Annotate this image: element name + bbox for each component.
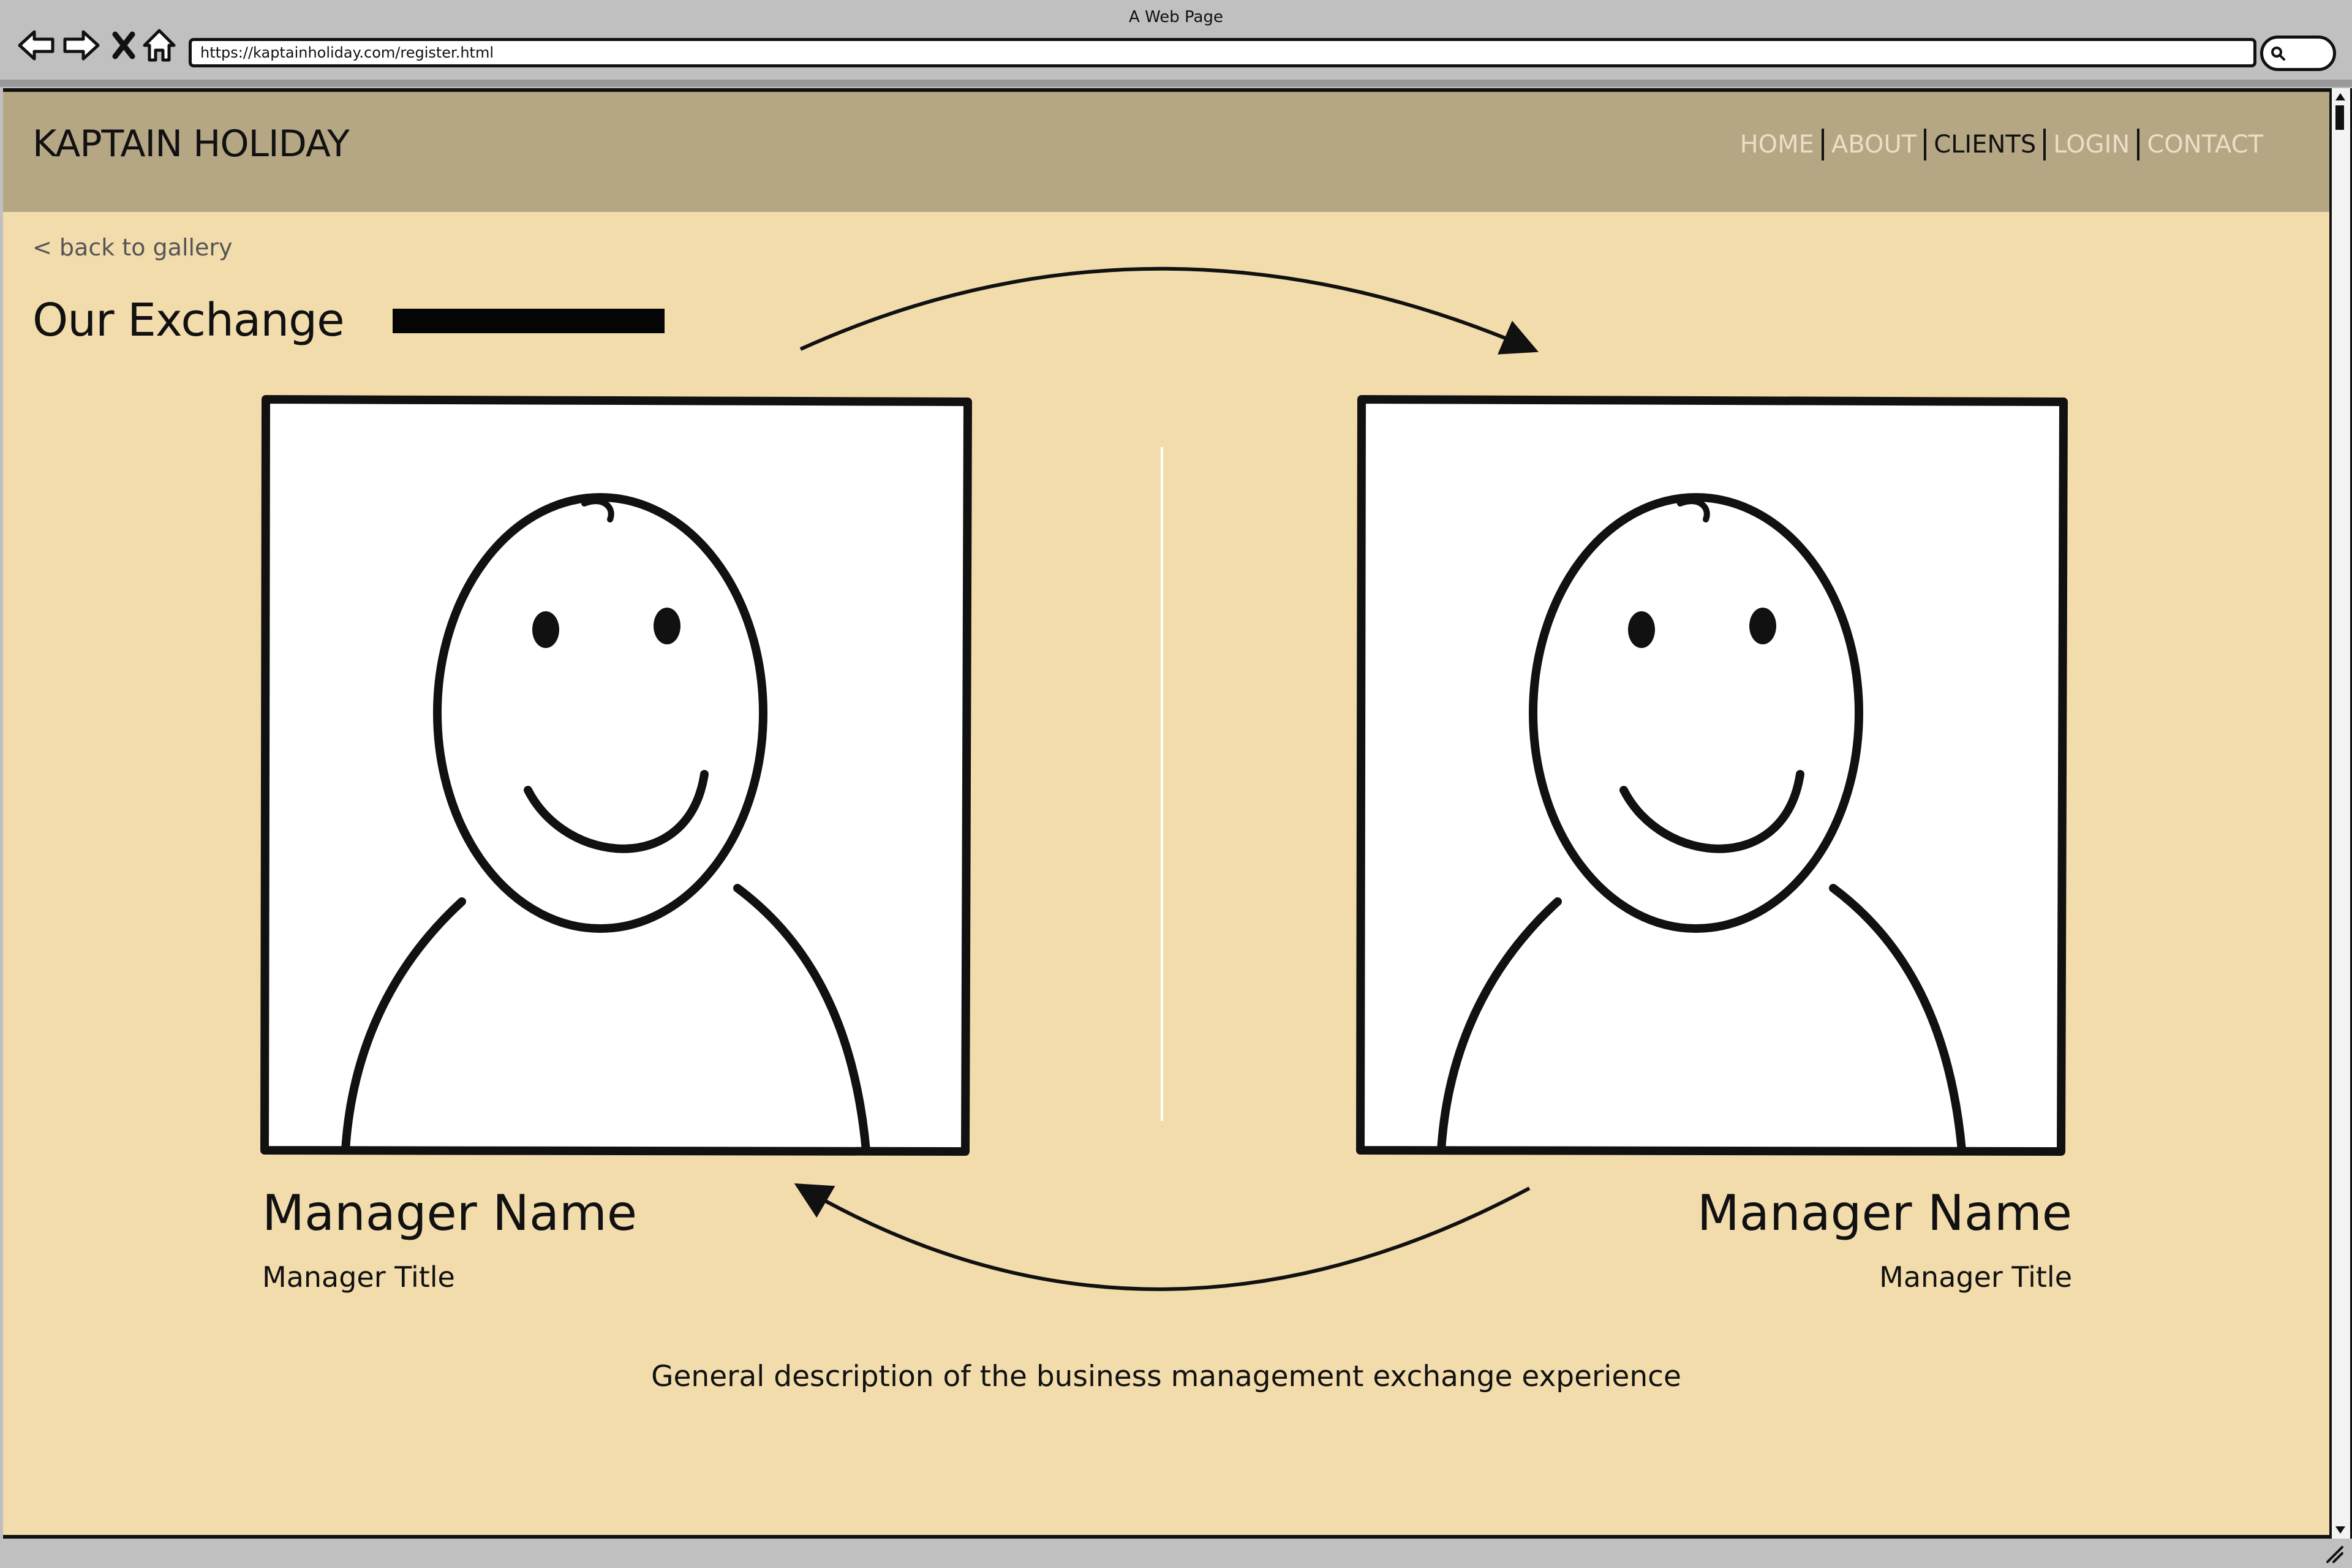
left-manager-name: Manager Name: [262, 1185, 638, 1242]
scroll-up-arrow-icon[interactable]: [2334, 92, 2346, 102]
nav-about[interactable]: ABOUT: [1824, 130, 1924, 159]
scroll-down-arrow-icon[interactable]: [2334, 1525, 2346, 1535]
page-title: Our Exchange: [32, 294, 345, 347]
toolbar-divider: [0, 80, 2352, 87]
page-viewport: KAPTAIN HOLIDAY HOME ABOUT CLIENTS LOGIN…: [3, 88, 2329, 1539]
nav-contact[interactable]: CONTACT: [2139, 130, 2271, 159]
right-manager-title: Manager Title: [1879, 1261, 2072, 1294]
window-title: A Web Page: [1129, 8, 1223, 26]
exchange-description: General description of the business mana…: [651, 1360, 1681, 1393]
back-to-gallery-link[interactable]: < back to gallery: [32, 234, 233, 261]
site-header: KAPTAIN HOLIDAY HOME ABOUT CLIENTS LOGIN…: [3, 92, 2329, 212]
scrollbar-thumb[interactable]: [2335, 105, 2344, 130]
heading-decoration-bar: [393, 309, 665, 333]
manager-portrait-right: [1356, 395, 2068, 1156]
left-manager-title: Manager Title: [262, 1261, 455, 1294]
nav-login[interactable]: LOGIN: [2046, 130, 2137, 159]
manager-portrait-left: [260, 395, 972, 1156]
forward-arrow-icon[interactable]: [61, 26, 100, 65]
arrow-left-bottom: [794, 1183, 1531, 1291]
nav-clients[interactable]: CLIENTS: [1926, 130, 2043, 159]
browser-window: A Web Page https://kaptainholiday.com/re…: [0, 0, 2352, 1568]
right-manager-name: Manager Name: [1697, 1185, 2072, 1242]
home-icon[interactable]: [140, 26, 179, 65]
address-bar[interactable]: https://kaptainholiday.com/register.html: [189, 38, 2256, 67]
status-bar: [0, 1539, 2352, 1568]
nav-home[interactable]: HOME: [1733, 130, 1822, 159]
site-logo-title[interactable]: KAPTAIN HOLIDAY: [32, 123, 350, 165]
center-divider: [1161, 447, 1163, 1121]
resize-grip-icon[interactable]: [2323, 1542, 2345, 1564]
browser-search-box[interactable]: [2260, 36, 2336, 71]
arrow-right-top: [799, 266, 1539, 355]
close-x-icon[interactable]: [109, 26, 138, 65]
vertical-scrollbar[interactable]: [2329, 88, 2352, 1539]
main-navigation: HOME ABOUT CLIENTS LOGIN CONTACT: [1733, 127, 2271, 162]
back-arrow-icon[interactable]: [17, 26, 56, 65]
search-icon: [2271, 47, 2285, 61]
